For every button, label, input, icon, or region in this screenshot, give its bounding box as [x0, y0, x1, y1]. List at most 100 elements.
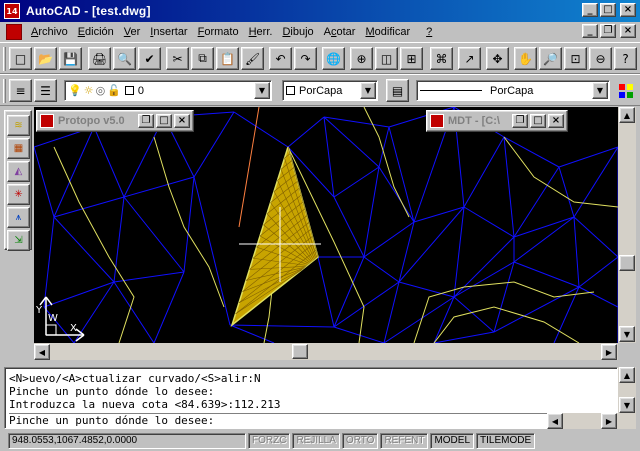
tin-edge: [153, 271, 185, 343]
color-combo[interactable]: PorCapa ▼: [282, 80, 378, 101]
new-icon[interactable]: □: [9, 47, 32, 70]
color-palette-icon[interactable]: [614, 79, 637, 102]
child-maximize-button[interactable]: □: [156, 114, 172, 128]
linetype-sample: [420, 90, 482, 91]
cut-icon[interactable]: ✂: [166, 47, 189, 70]
layer-previous-icon[interactable]: ☰: [34, 79, 57, 102]
child-close-button[interactable]: ×: [548, 114, 564, 128]
redo-icon[interactable]: ↷: [294, 47, 317, 70]
close-button[interactable]: ×: [620, 3, 636, 17]
print-icon[interactable]: 🖨: [88, 47, 111, 70]
layers-icon[interactable]: ≡: [9, 79, 32, 102]
match-properties-icon[interactable]: 🖌: [241, 47, 264, 70]
status-toggle-orto[interactable]: ORTO: [341, 433, 379, 449]
document-icon[interactable]: [6, 24, 22, 40]
command-window[interactable]: <N>uevo/<A>ctualizar curvado/<S>alir:N P…: [4, 367, 618, 429]
mesh-icon[interactable]: ✳: [7, 184, 30, 205]
child-maximize-button[interactable]: □: [530, 114, 546, 128]
command-horizontal-scrollbar[interactable]: ◀ ▶: [547, 413, 636, 429]
scroll-right-arrow[interactable]: ▶: [601, 413, 617, 429]
status-toggle-rejilla[interactable]: REJILLA: [292, 433, 340, 449]
maximize-button[interactable]: □: [600, 3, 616, 17]
point-filter-icon[interactable]: ⊞: [400, 47, 423, 70]
menu-item-herr[interactable]: Herr.: [244, 23, 278, 41]
tin-edge: [578, 256, 618, 288]
triangulate-icon[interactable]: ◭: [7, 161, 30, 182]
snap-icon[interactable]: ◫: [375, 47, 398, 70]
hyperlink-icon[interactable]: 🌐: [322, 47, 345, 70]
child-restore-button[interactable]: ❐: [512, 114, 528, 128]
vertical-scrollbar[interactable]: ▲ ▼: [618, 107, 636, 343]
menu-item-archivo[interactable]: Archivo: [26, 23, 73, 41]
status-toggle-tilemode[interactable]: TILEMODE: [476, 433, 536, 449]
scroll-up-arrow[interactable]: ▲: [619, 367, 635, 383]
tracking-icon[interactable]: ⊕: [350, 47, 373, 70]
help-icon[interactable]: ?: [614, 47, 637, 70]
menu-item-formato[interactable]: Formato: [193, 23, 244, 41]
ucs-icon[interactable]: ↗: [458, 47, 481, 70]
chevron-down-icon[interactable]: ▼: [254, 82, 270, 99]
toolbar-grip[interactable]: [3, 47, 6, 71]
autocad-app-icon[interactable]: 14: [4, 3, 20, 19]
tin-edge: [453, 296, 495, 333]
pan-icon[interactable]: ✋: [514, 47, 537, 70]
layer-combo[interactable]: 💡 ☼ ◎ 🔓 0 ▼: [64, 80, 272, 101]
child-close-button[interactable]: ×: [174, 114, 190, 128]
zoom-window-icon[interactable]: ⊡: [564, 47, 587, 70]
lineweight-icon[interactable]: ▤: [386, 79, 409, 102]
draw-order-icon[interactable]: ⌘: [430, 47, 453, 70]
color-value: PorCapa: [299, 84, 343, 97]
status-toggle-refent[interactable]: REFENT: [380, 433, 429, 449]
status-toggle-forzc[interactable]: FORZC: [248, 433, 291, 449]
zoom-previous-icon[interactable]: ⊖: [589, 47, 612, 70]
title-bar: 14 AutoCAD - [test.dwg] _ □ ×: [0, 0, 640, 22]
copy-icon[interactable]: ⧉: [191, 47, 214, 70]
print-preview-icon[interactable]: 🔍: [113, 47, 136, 70]
horizontal-scrollbar[interactable]: ◀ ▶: [34, 343, 618, 360]
contour-icon[interactable]: ≋: [7, 115, 30, 136]
menu-item-modificar[interactable]: Modificar: [360, 23, 415, 41]
tin-edge: [513, 166, 560, 238]
ucs-x-label: X: [70, 323, 77, 334]
scroll-right-arrow[interactable]: ▶: [601, 344, 617, 360]
minimize-button[interactable]: _: [582, 3, 598, 17]
menu-item-ver[interactable]: Ver: [119, 23, 146, 41]
open-icon[interactable]: 📂: [34, 47, 57, 70]
chevron-down-icon[interactable]: ▼: [592, 82, 608, 99]
export-icon[interactable]: ⇲: [7, 230, 30, 251]
linetype-combo[interactable]: PorCapa ▼: [416, 80, 610, 101]
doc-restore-button[interactable]: ❐: [600, 24, 616, 38]
doc-minimize-button[interactable]: _: [582, 24, 598, 38]
scroll-thumb[interactable]: [292, 344, 308, 359]
scroll-up-arrow[interactable]: ▲: [619, 107, 635, 123]
scroll-down-arrow[interactable]: ▼: [619, 397, 635, 413]
scroll-left-arrow[interactable]: ◀: [547, 413, 563, 429]
save-icon[interactable]: 💾: [59, 47, 82, 70]
standard-toolbar: □ 📂 💾 🖨 🔍 ✔ ✂ ⧉ 📋 🖌 ↶ ↷ 🌐 ⊕ ◫ ⊞ ⌘ ↗ ✥ ✋ 🔎 ⊡ ⊖?: [0, 42, 640, 74]
menu-item-acotar[interactable]: Acotar: [319, 23, 361, 41]
command-prompt[interactable]: Pinche un punto dónde lo desee:: [9, 413, 547, 427]
chevron-down-icon[interactable]: ▼: [360, 82, 376, 99]
menu-item-dibujo[interactable]: Dibujo: [277, 23, 318, 41]
doc-close-button[interactable]: ×: [620, 24, 636, 38]
scroll-thumb[interactable]: [619, 255, 635, 271]
paste-icon[interactable]: 📋: [216, 47, 239, 70]
profile-icon[interactable]: ⩚: [7, 207, 30, 228]
menu-item-edicin[interactable]: Edición: [73, 23, 119, 41]
drawing-area[interactable]: X YW Protopo v5.0 ❐ □ × MDT - [C:\ ❐ □ ×: [34, 107, 618, 343]
status-toggle-model[interactable]: MODEL: [430, 433, 475, 449]
child-window-protopo[interactable]: Protopo v5.0 ❐ □ ×: [36, 110, 194, 132]
undo-icon[interactable]: ↶: [269, 47, 292, 70]
child-window-mdt[interactable]: MDT - [C:\ ❐ □ ×: [426, 110, 568, 132]
menu-item-insertar[interactable]: Insertar: [145, 23, 192, 41]
grid-icon[interactable]: ▦: [7, 138, 30, 159]
aerial-view-icon[interactable]: ✥: [486, 47, 509, 70]
menu-item-help[interactable]: ?: [421, 23, 437, 41]
spell-check-icon[interactable]: ✔: [138, 47, 161, 70]
zoom-realtime-icon[interactable]: 🔎: [539, 47, 562, 70]
toolbar-grip[interactable]: [3, 79, 6, 103]
scroll-down-arrow[interactable]: ▼: [619, 326, 635, 342]
scroll-left-arrow[interactable]: ◀: [34, 344, 50, 360]
child-restore-button[interactable]: ❐: [138, 114, 154, 128]
command-vertical-scrollbar[interactable]: ▲ ▼: [618, 367, 636, 414]
